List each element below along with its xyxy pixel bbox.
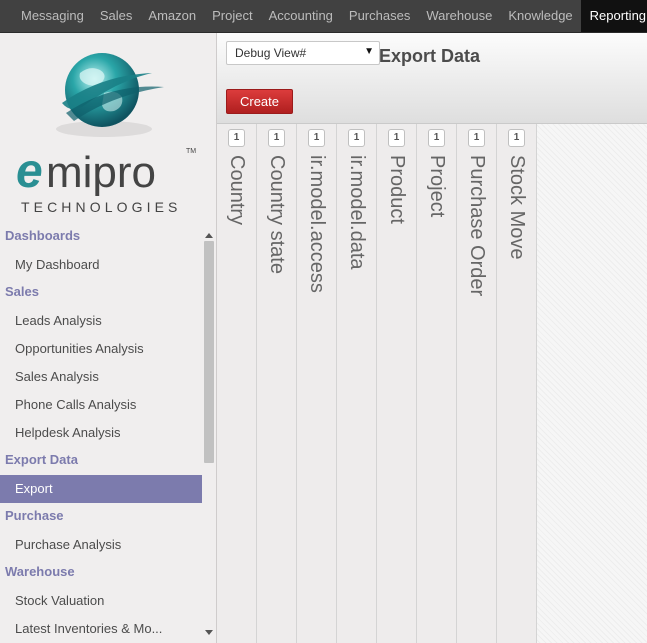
sidebar-scrollbar[interactable] (202, 227, 216, 643)
menu-messaging[interactable]: Messaging (13, 0, 92, 32)
scrollbar-thumb[interactable] (204, 241, 214, 463)
column-count-badge: 1 (268, 129, 285, 147)
logo-tagline: TECHNOLOGIES (21, 199, 181, 215)
create-button[interactable]: Create (226, 89, 293, 114)
menu-amazon[interactable]: Amazon (140, 0, 204, 32)
column-title: Stock Move (506, 155, 528, 260)
globe-logo-icon: e mipro TM TECHNOLOGIES (16, 53, 196, 215)
dropdown-caret-icon: ▼ (364, 46, 374, 57)
section-warehouse: Warehouse (5, 564, 75, 579)
kanban-column[interactable]: 1 Stock Move (497, 124, 537, 643)
section-purchase: Purchase (5, 508, 64, 523)
sidebar-item-latest-inventories[interactable]: Latest Inventories & Mo... (0, 615, 202, 643)
menu-purchases[interactable]: Purchases (341, 0, 418, 32)
column-count-badge: 1 (428, 129, 445, 147)
logo-tm: TM (186, 148, 196, 155)
section-sales: Sales (5, 284, 39, 299)
menu-project[interactable]: Project (204, 0, 260, 32)
scroll-down-icon[interactable] (205, 630, 213, 635)
menu-knowledge[interactable]: Knowledge (500, 0, 580, 32)
sidebar-item-leads-analysis[interactable]: Leads Analysis (0, 307, 202, 335)
sidebar-item-export[interactable]: Export (0, 475, 202, 503)
logo-brand-text: mipro (46, 148, 156, 197)
top-menu: Messaging Sales Amazon Project Accountin… (13, 0, 647, 32)
section-export-data: Export Data (5, 452, 78, 467)
column-title: ir.model.access (306, 155, 328, 293)
kanban-column[interactable]: 1 Product (377, 124, 417, 643)
kanban-column[interactable]: 1 ir.model.access (297, 124, 337, 643)
logo-brand-e: e (16, 145, 43, 198)
menu-accounting[interactable]: Accounting (261, 0, 341, 32)
sidebar-item-purchase-analysis[interactable]: Purchase Analysis (0, 531, 202, 559)
column-count-badge: 1 (308, 129, 325, 147)
column-count-badge: 1 (228, 129, 245, 147)
page-title: Export Data (379, 46, 481, 66)
kanban-column[interactable]: 1 Country (217, 124, 257, 643)
menu-reporting[interactable]: Reporting (580, 0, 647, 32)
sidebar-nav: Dashboards My Dashboard Sales Leads Anal… (0, 223, 202, 643)
sidebar-item-stock-valuation[interactable]: Stock Valuation (0, 587, 202, 615)
view-header: Debug View# ▼ Export Data Create (217, 33, 647, 124)
column-title: Country state (266, 155, 288, 274)
menu-warehouse[interactable]: Warehouse (418, 0, 500, 32)
scroll-up-icon[interactable] (205, 233, 213, 238)
top-menu-bar: Messaging Sales Amazon Project Accountin… (0, 0, 647, 33)
column-count-badge: 1 (348, 129, 365, 147)
column-count-badge: 1 (388, 129, 405, 147)
column-title: Country (226, 155, 248, 226)
section-dashboards: Dashboards (5, 228, 81, 243)
sidebar-item-sales-analysis[interactable]: Sales Analysis (0, 363, 202, 391)
column-title: Purchase Order (466, 155, 488, 297)
column-title: Product (386, 155, 408, 224)
column-count-badge: 1 (468, 129, 485, 147)
kanban-column[interactable]: 1 Project (417, 124, 457, 643)
menu-sales[interactable]: Sales (92, 0, 141, 32)
column-title: ir.model.data (346, 155, 368, 270)
sidebar: e mipro TM TECHNOLOGIES Dashboards My Da… (0, 33, 217, 643)
kanban-column[interactable]: 1 ir.model.data (337, 124, 377, 643)
view-select[interactable]: Debug View# ▼ (226, 41, 380, 65)
kanban-board: 1 Country 1 Country state 1 ir.model.acc… (217, 124, 647, 643)
sidebar-item-opportunities-analysis[interactable]: Opportunities Analysis (0, 335, 202, 363)
sidebar-item-helpdesk-analysis[interactable]: Helpdesk Analysis (0, 419, 202, 447)
sidebar-item-phone-calls-analysis[interactable]: Phone Calls Analysis (0, 391, 202, 419)
view-select-value: Debug View# (235, 46, 307, 60)
kanban-column[interactable]: 1 Country state (257, 124, 297, 643)
column-count-badge: 1 (508, 129, 525, 147)
kanban-column[interactable]: 1 Purchase Order (457, 124, 497, 643)
sidebar-item-my-dashboard[interactable]: My Dashboard (0, 251, 202, 279)
column-title: Project (426, 155, 448, 218)
company-logo[interactable]: e mipro TM TECHNOLOGIES (0, 33, 216, 223)
